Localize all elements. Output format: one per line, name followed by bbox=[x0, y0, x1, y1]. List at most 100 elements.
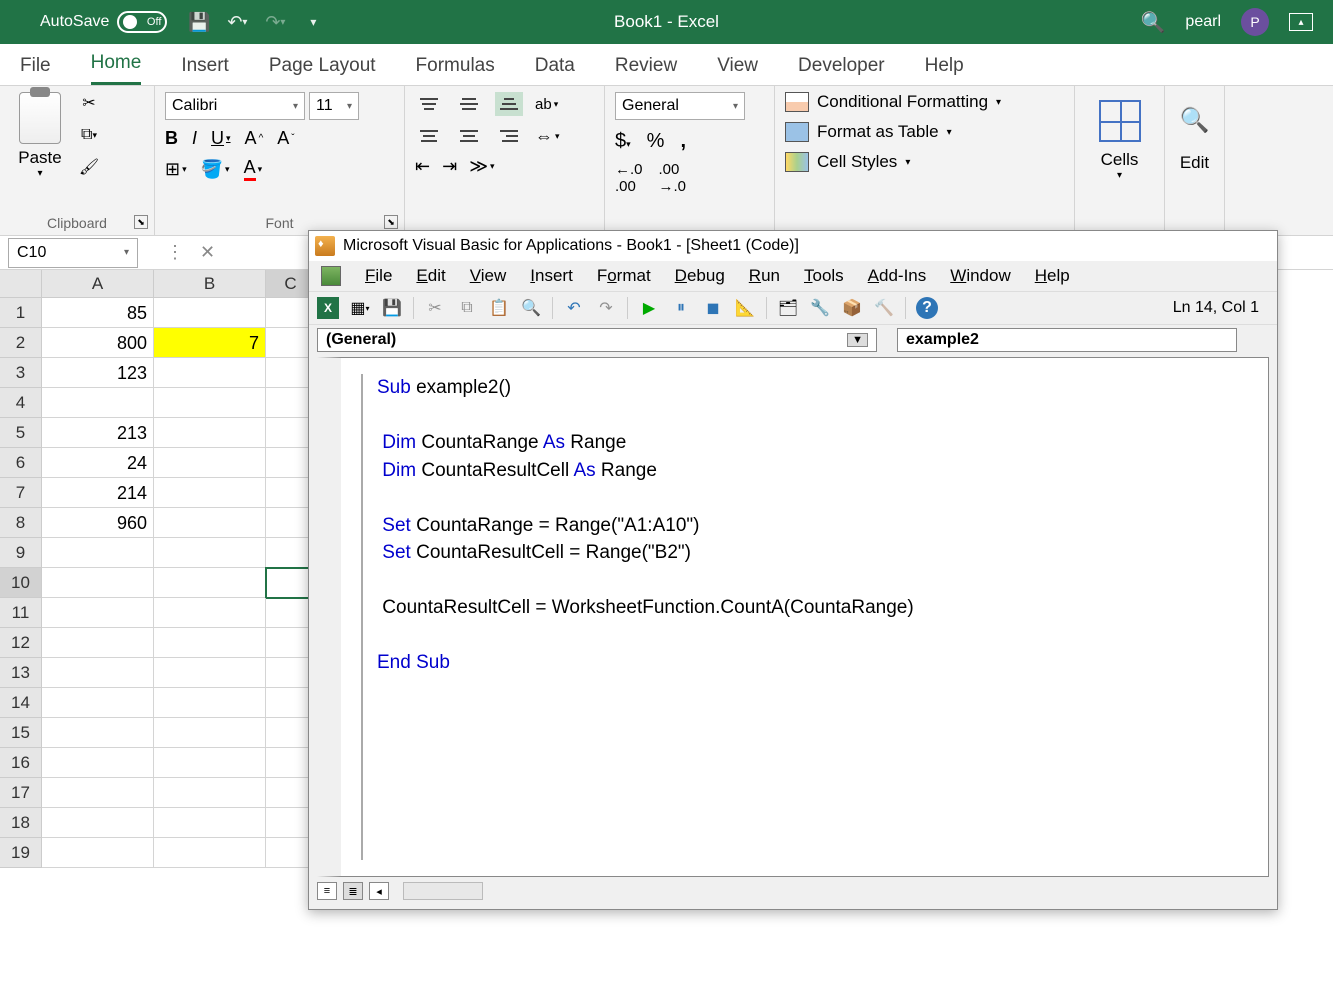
fx-options-icon[interactable]: ⋮ bbox=[166, 242, 184, 263]
copy-icon[interactable]: ⧉▾ bbox=[78, 124, 100, 146]
vba-menu-format[interactable]: Format bbox=[597, 266, 651, 286]
select-all-corner[interactable] bbox=[0, 270, 42, 298]
cells-icon[interactable] bbox=[1099, 100, 1141, 142]
vba-insert-module-icon[interactable]: ▦▾ bbox=[349, 297, 371, 319]
bold-button[interactable]: B bbox=[165, 128, 178, 149]
vba-undo-icon[interactable]: ↶ bbox=[563, 297, 585, 319]
ribbon-display-icon[interactable]: ▴ bbox=[1289, 13, 1313, 31]
paste-button[interactable]: Paste ▾ bbox=[10, 92, 70, 179]
cell-a10[interactable] bbox=[42, 568, 154, 598]
row-header[interactable]: 1 bbox=[0, 298, 42, 328]
save-icon[interactable]: 💾 bbox=[187, 10, 211, 34]
cell-a8[interactable]: 960 bbox=[42, 508, 154, 538]
cell-b4[interactable] bbox=[154, 388, 266, 418]
fill-color-icon[interactable]: 🪣▾ bbox=[201, 159, 230, 180]
format-as-table-button[interactable]: Format as Table▾ bbox=[785, 122, 1064, 142]
row-header[interactable]: 11 bbox=[0, 598, 42, 628]
clipboard-expand-icon[interactable]: ⬊ bbox=[134, 215, 148, 229]
vba-menu-insert[interactable]: Insert bbox=[530, 266, 573, 286]
row-header[interactable]: 17 bbox=[0, 778, 42, 808]
vba-break-icon[interactable]: ⏸ bbox=[670, 297, 692, 319]
align-bottom-icon[interactable] bbox=[495, 92, 523, 116]
cell-b17[interactable] bbox=[154, 778, 266, 808]
row-header[interactable]: 5 bbox=[0, 418, 42, 448]
vba-menu-window[interactable]: Window bbox=[950, 266, 1010, 286]
tab-developer[interactable]: Developer bbox=[798, 55, 885, 85]
vba-menu-tools[interactable]: Tools bbox=[804, 266, 844, 286]
cell-b13[interactable] bbox=[154, 658, 266, 688]
tab-help[interactable]: Help bbox=[925, 55, 964, 85]
align-center-icon[interactable] bbox=[455, 124, 483, 148]
cell-a19[interactable] bbox=[42, 838, 154, 868]
vba-project-icon[interactable]: 🗂 bbox=[777, 297, 799, 319]
row-header[interactable]: 10 bbox=[0, 568, 42, 598]
vba-menu-debug[interactable]: Debug bbox=[675, 266, 725, 286]
currency-icon[interactable]: $▾ bbox=[615, 130, 631, 153]
row-header[interactable]: 3 bbox=[0, 358, 42, 388]
cell-b5[interactable] bbox=[154, 418, 266, 448]
cell-a1[interactable]: 85 bbox=[42, 298, 154, 328]
row-header[interactable]: 16 bbox=[0, 748, 42, 778]
vba-titlebar[interactable]: ♦ Microsoft Visual Basic for Application… bbox=[309, 231, 1277, 261]
tab-review[interactable]: Review bbox=[615, 55, 677, 85]
cell-b18[interactable] bbox=[154, 808, 266, 838]
cell-a15[interactable] bbox=[42, 718, 154, 748]
align-middle-icon[interactable] bbox=[455, 92, 483, 116]
cell-b9[interactable] bbox=[154, 538, 266, 568]
cell-b1[interactable] bbox=[154, 298, 266, 328]
vba-excel-icon[interactable] bbox=[321, 266, 341, 286]
search-icon[interactable]: 🔍 bbox=[1141, 10, 1166, 35]
font-name-select[interactable]: Calibri▾ bbox=[165, 92, 305, 120]
decrease-font-icon[interactable]: Aˇ bbox=[277, 128, 294, 149]
vba-window[interactable]: ♦ Microsoft Visual Basic for Application… bbox=[308, 230, 1278, 910]
italic-button[interactable]: I bbox=[192, 128, 197, 149]
cell-a17[interactable] bbox=[42, 778, 154, 808]
vba-cut-icon[interactable]: ✂ bbox=[424, 297, 446, 319]
vba-excel-button[interactable]: X bbox=[317, 297, 339, 319]
format-painter-icon[interactable]: 🖌 bbox=[78, 156, 100, 178]
cell-a18[interactable] bbox=[42, 808, 154, 838]
vba-reset-icon[interactable]: ◼ bbox=[702, 297, 724, 319]
cell-b14[interactable] bbox=[154, 688, 266, 718]
cell-b15[interactable] bbox=[154, 718, 266, 748]
increase-indent-icon[interactable]: ⇥ bbox=[442, 156, 457, 177]
tab-file[interactable]: File bbox=[20, 55, 51, 85]
vba-object-browser-icon[interactable]: 📦 bbox=[841, 297, 863, 319]
orientation-icon[interactable]: ab▾ bbox=[535, 92, 558, 116]
vba-find-icon[interactable]: 🔍 bbox=[520, 297, 542, 319]
cell-a5[interactable]: 213 bbox=[42, 418, 154, 448]
vba-procedure-view-icon[interactable]: ≡ bbox=[317, 882, 337, 900]
vba-toolbox-icon[interactable]: 🔨 bbox=[873, 297, 895, 319]
cell-b11[interactable] bbox=[154, 598, 266, 628]
vba-horizontal-scrollbar[interactable] bbox=[403, 882, 483, 900]
vba-run-icon[interactable]: ▶ bbox=[638, 297, 660, 319]
tab-view[interactable]: View bbox=[717, 55, 758, 85]
vba-object-dropdown[interactable]: (General)▼ bbox=[317, 328, 877, 352]
vba-menu-addins[interactable]: Add-Ins bbox=[868, 266, 927, 286]
cell-b6[interactable] bbox=[154, 448, 266, 478]
cell-a3[interactable]: 123 bbox=[42, 358, 154, 388]
cell-a14[interactable] bbox=[42, 688, 154, 718]
cell-b3[interactable] bbox=[154, 358, 266, 388]
cell-a6[interactable]: 24 bbox=[42, 448, 154, 478]
row-header[interactable]: 8 bbox=[0, 508, 42, 538]
row-header[interactable]: 12 bbox=[0, 628, 42, 658]
vba-properties-icon[interactable]: 🔧 bbox=[809, 297, 831, 319]
vba-design-icon[interactable]: 📐 bbox=[734, 297, 756, 319]
vba-help-icon[interactable]: ? bbox=[916, 297, 938, 319]
cell-b10[interactable] bbox=[154, 568, 266, 598]
cell-a16[interactable] bbox=[42, 748, 154, 778]
cell-b2[interactable]: 7 bbox=[154, 328, 266, 358]
row-header[interactable]: 15 bbox=[0, 718, 42, 748]
conditional-formatting-button[interactable]: Conditional Formatting▾ bbox=[785, 92, 1064, 112]
merge-icon[interactable]: ⇔▾ bbox=[535, 124, 560, 148]
autosave-toggle[interactable]: AutoSave Off bbox=[40, 11, 167, 33]
vba-save-icon[interactable]: 💾 bbox=[381, 297, 403, 319]
cell-a4[interactable] bbox=[42, 388, 154, 418]
cell-a12[interactable] bbox=[42, 628, 154, 658]
vba-full-module-view-icon[interactable]: ≣ bbox=[343, 882, 363, 900]
wrap-text-icon[interactable]: ≫▾ bbox=[469, 156, 494, 177]
vba-menu-edit[interactable]: Edit bbox=[416, 266, 445, 286]
row-header[interactable]: 6 bbox=[0, 448, 42, 478]
vba-code-editor[interactable]: Sub example2() Dim CountaRange As Range … bbox=[317, 357, 1269, 877]
